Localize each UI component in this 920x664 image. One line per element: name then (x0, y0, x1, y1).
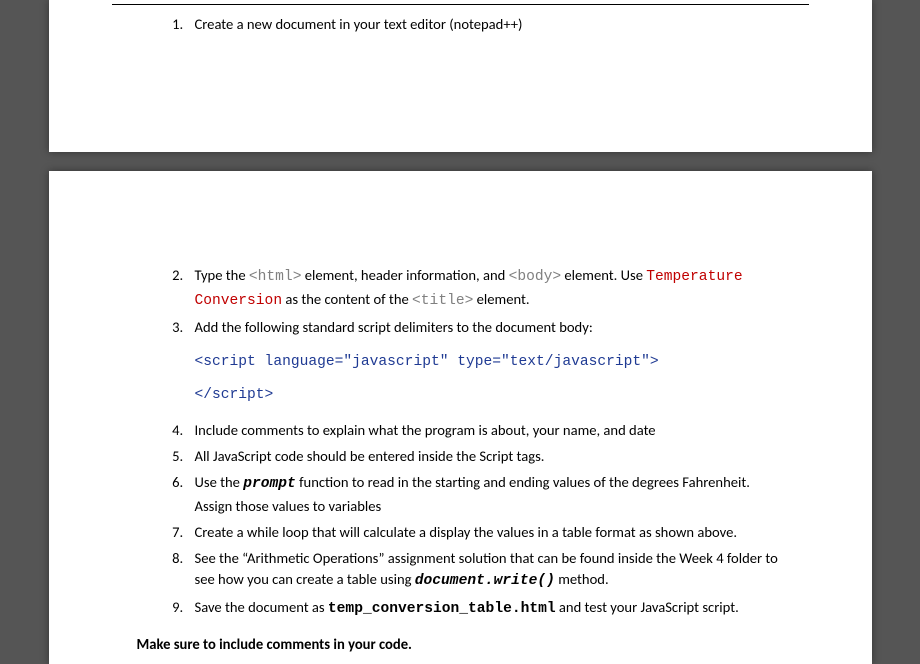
text: element. Use (561, 266, 646, 284)
text: element, header information, and (301, 266, 508, 284)
script-open-tag: <script language="javascript" type="text… (195, 349, 784, 377)
text: element. (473, 290, 529, 308)
text: as the content of the (282, 290, 412, 308)
step-9: Save the document as temp_conversion_tab… (187, 597, 784, 621)
step-text: Create a while loop that will calculate … (195, 523, 738, 541)
document-viewport: Create a new document in your text edito… (0, 0, 920, 664)
step-5: All JavaScript code should be entered in… (187, 446, 784, 468)
text: Save the document as (195, 598, 328, 616)
step-1: Create a new document in your text edito… (187, 14, 784, 36)
code-html-tag: <html> (249, 269, 302, 285)
horizontal-rule (112, 4, 809, 5)
final-note: Make sure to include comments in your co… (137, 635, 784, 653)
step-4: Include comments to explain what the pro… (187, 420, 784, 442)
step-8: See the “Arithmetic Operations” assignme… (187, 548, 784, 594)
text: Use the (195, 473, 244, 491)
step-text: Add the following standard script delimi… (195, 318, 593, 336)
code-filename: temp_conversion_table.html (328, 601, 556, 617)
step-text: All JavaScript code should be entered in… (195, 447, 545, 465)
page-1: Create a new document in your text edito… (49, 0, 872, 152)
step-text: Create a new document in your text edito… (195, 15, 523, 33)
text: and test your JavaScript script. (556, 598, 739, 616)
code-body-tag: <body> (509, 269, 562, 285)
code-prompt: prompt (243, 476, 296, 492)
code-document-write: document.write() (415, 573, 555, 589)
steps-list-1: Create a new document in your text edito… (137, 14, 784, 36)
script-block: <script language="javascript" type="text… (195, 349, 784, 410)
text: method. (555, 570, 609, 588)
text: Type the (195, 266, 249, 284)
step-2: Type the <html> element, header informat… (187, 265, 784, 313)
page-gap (0, 152, 920, 171)
step-text: Include comments to explain what the pro… (195, 421, 656, 439)
page-2: Type the <html> element, header informat… (49, 171, 872, 664)
steps-list-3: Include comments to explain what the pro… (137, 420, 784, 621)
code-title-tag: <title> (412, 293, 473, 309)
script-close-tag: </script> (195, 382, 784, 410)
steps-list-2: Type the <html> element, header informat… (137, 265, 784, 339)
step-3: Add the following standard script delimi… (187, 317, 784, 339)
step-7: Create a while loop that will calculate … (187, 522, 784, 544)
step-6: Use the prompt function to read in the s… (187, 472, 784, 518)
